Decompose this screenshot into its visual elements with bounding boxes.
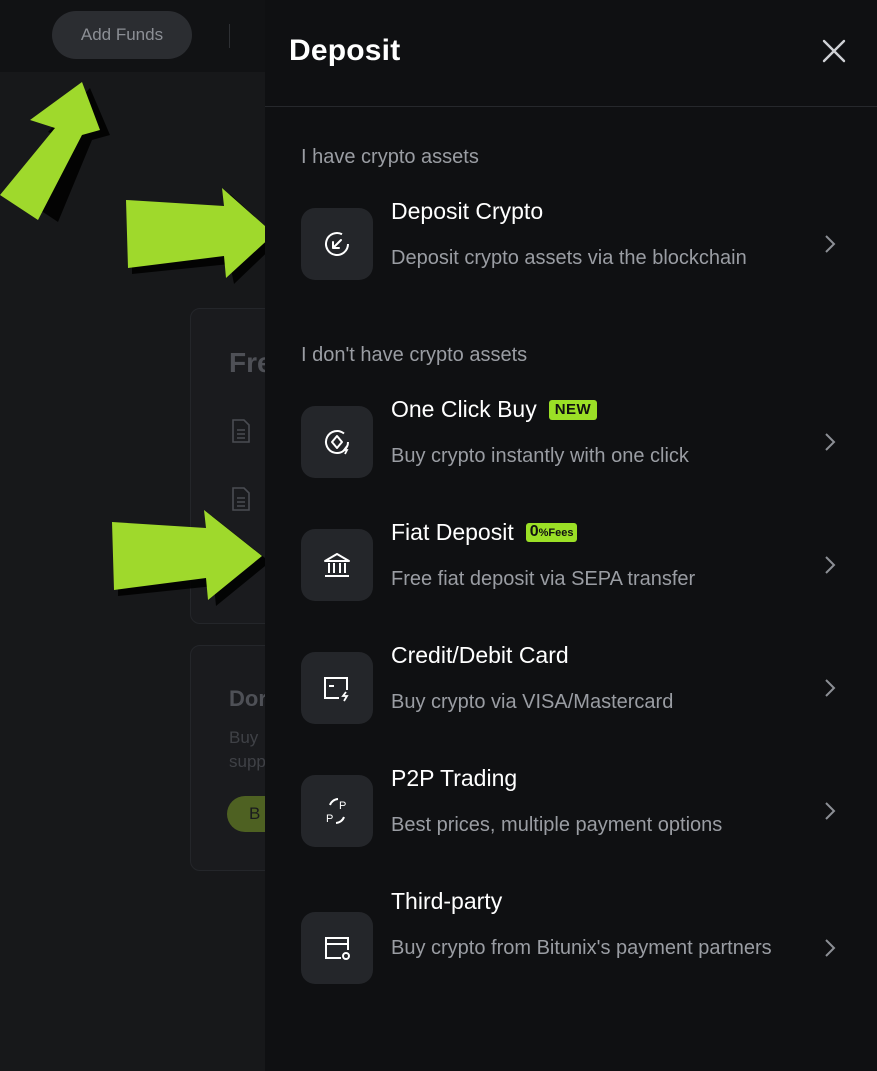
bank-icon [301,529,373,601]
option-title: Deposit Crypto [391,198,544,224]
annotation-arrow-icon [112,510,270,606]
panel-divider [265,106,877,107]
option-one-click-buy[interactable]: One Click Buy NEW Buy crypto instantly w… [295,396,855,486]
document-icon [232,487,250,511]
option-description: Buy crypto via VISA/Mastercard [391,691,674,713]
section-label: I don't have crypto assets [301,344,528,366]
new-badge: NEW [548,399,598,420]
card-icon [301,652,373,724]
topbar-divider [229,24,230,48]
option-title: One Click Buy NEW [391,396,598,423]
zero-fees-badge: 0 %Fees [525,523,578,542]
option-title: Third-party [391,888,503,914]
option-description: Free fiat deposit via SEPA transfer [391,568,696,590]
chevron-right-icon [825,235,836,253]
option-description: Best prices, multiple payment options [391,814,723,836]
chevron-right-icon [825,679,836,697]
option-deposit-crypto[interactable]: Deposit Crypto Deposit crypto assets via… [295,198,855,288]
option-description: Buy crypto from Bitunix's payment partne… [391,937,772,959]
option-title: P2P Trading [391,765,518,791]
svg-text:P: P [339,800,346,812]
background-card-title: Dor [229,686,267,711]
option-fiat-deposit[interactable]: Fiat Deposit 0 %Fees Free fiat deposit vi… [295,519,855,609]
background-card-text: Buy [229,728,259,747]
option-third-party[interactable]: Third-party Buy crypto from Bitunix's pa… [295,888,855,1008]
option-credit-debit-card[interactable]: Credit/Debit Card Buy crypto via VISA/Ma… [295,642,855,732]
document-icon [232,419,250,443]
option-description: Deposit crypto assets via the blockchain [391,247,747,269]
option-description: Buy crypto instantly with one click [391,445,689,467]
add-funds-button[interactable]: Add Funds [52,11,192,59]
chevron-right-icon [825,939,836,957]
close-icon[interactable] [819,36,849,66]
annotation-arrow-icon [0,82,110,222]
chevron-right-icon [825,802,836,820]
option-p2p-trading[interactable]: P P P2P Trading Best prices, multiple pa… [295,765,855,855]
annotation-arrow-icon [126,188,280,284]
arrow-in-circle-icon [301,208,373,280]
third-party-icon [301,912,373,984]
svg-text:P: P [326,813,333,825]
deposit-panel: Deposit I have crypto assets Deposit Cry… [265,0,877,1071]
chevron-right-icon [825,433,836,451]
chevron-right-icon [825,556,836,574]
option-title: Fiat Deposit 0 %Fees [391,519,578,546]
option-title: Credit/Debit Card [391,642,569,668]
p2p-icon: P P [301,775,373,847]
section-label: I have crypto assets [301,146,479,168]
panel-title: Deposit [289,34,401,67]
background-card-text: supp [229,752,266,771]
lightning-coin-icon [301,406,373,478]
